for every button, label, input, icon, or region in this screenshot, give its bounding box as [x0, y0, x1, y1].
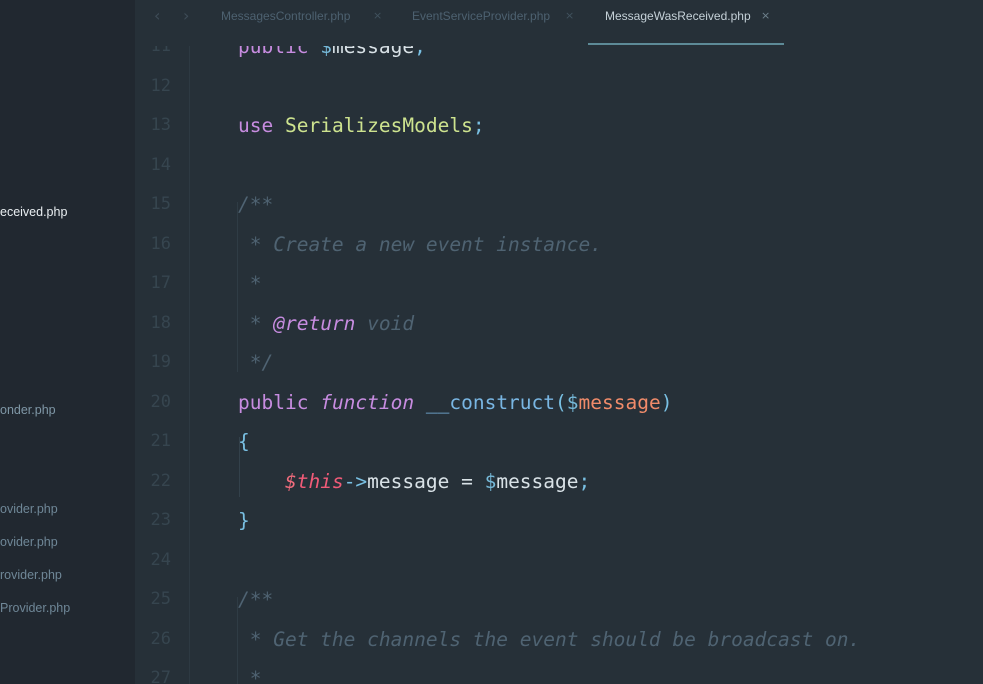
code-token: use — [238, 114, 274, 137]
code-text[interactable]: { — [238, 422, 250, 461]
code-line[interactable]: 16 * Create a new event instance. — [135, 225, 983, 264]
code-token: function — [320, 390, 415, 414]
code-text[interactable]: } — [238, 501, 250, 540]
code-token: ; — [578, 469, 591, 493]
code-line[interactable]: 21 { — [135, 422, 983, 461]
line-number: 27 — [150, 668, 171, 684]
code-line[interactable]: 24 — [135, 541, 983, 580]
tab-bar: ‹ › MessagesController.php × EventServic… — [135, 0, 983, 46]
code-token: ) — [660, 390, 673, 414]
code-token: void — [355, 311, 415, 335]
close-icon[interactable]: × — [565, 9, 574, 22]
tab-event-service-provider[interactable]: EventServiceProvider.php — [412, 9, 550, 23]
line-number: 16 — [150, 233, 171, 254]
code-text[interactable]: * — [238, 264, 262, 303]
code-token: ( — [555, 390, 567, 414]
code-text[interactable]: /** — [238, 185, 273, 224]
code-line[interactable]: 26 * Get the channels the event should b… — [135, 620, 983, 659]
line-number: 21 — [150, 431, 171, 451]
close-icon[interactable]: × — [373, 9, 382, 22]
line-number: 13 — [150, 115, 171, 135]
code-text[interactable]: public function __construct($message) — [238, 383, 672, 422]
tab-message-was-received[interactable]: MessageWasReceived.php — [605, 9, 751, 23]
code-line[interactable]: 12 — [135, 67, 983, 106]
code-token: * — [238, 311, 274, 335]
line-number: 18 — [150, 312, 171, 333]
back-arrow-icon[interactable]: ‹ — [154, 6, 160, 25]
line-number: 15 — [150, 194, 171, 214]
close-icon[interactable]: × — [761, 9, 770, 22]
sidebar-file-item[interactable]: ovider.php — [0, 535, 58, 549]
line-number: 19 — [150, 352, 171, 372]
code-text[interactable]: use SerializesModels; — [238, 106, 485, 145]
code-token: message — [496, 469, 579, 493]
code-token: $ — [566, 390, 579, 414]
code-token: * — [238, 667, 262, 684]
code-text[interactable]: * — [238, 659, 262, 684]
code-token: * — [238, 272, 262, 295]
code-editor[interactable]: 11 public $message; 12 13 use SerializesMode… — [135, 0, 983, 684]
code-token: this — [296, 469, 344, 493]
line-number: 25 — [150, 589, 171, 609]
code-text[interactable]: $this->message = $message; — [238, 462, 590, 501]
code-token: $ — [284, 469, 297, 493]
code-token: /** — [238, 193, 274, 216]
code-token: * Get the channels the event should be b… — [238, 627, 861, 651]
sidebar-file-item[interactable]: rovider.php — [0, 568, 62, 582]
code-text[interactable]: * Get the channels the event should be b… — [238, 620, 861, 659]
line-number: 12 — [150, 75, 171, 96]
code-line[interactable]: 20 public function __construct($message) — [135, 383, 983, 422]
code-line[interactable]: 19 */ — [135, 343, 983, 382]
tab-messages-controller[interactable]: MessagesController.php — [221, 9, 350, 23]
code-token: { — [238, 430, 250, 453]
code-text[interactable]: * Create a new event instance. — [238, 225, 602, 264]
code-line[interactable]: 23} — [135, 501, 983, 540]
code-token: ; — [472, 114, 485, 137]
code-token: public — [238, 390, 309, 414]
code-text[interactable]: */ — [238, 343, 274, 382]
sidebar-file-item[interactable]: ovider.php — [0, 502, 58, 516]
code-line[interactable]: 22 $this->message = $message; — [135, 462, 983, 501]
active-tab-indicator — [588, 43, 784, 45]
sidebar-file-item[interactable]: Provider.php — [0, 601, 70, 615]
code-line[interactable]: 14 — [135, 146, 983, 185]
code-token: -> — [343, 469, 368, 493]
sidebar-file-item[interactable]: eceived.php — [0, 205, 67, 219]
code-line[interactable]: 27 * — [135, 659, 983, 684]
code-line[interactable]: 25 /** — [135, 580, 983, 619]
code-line[interactable]: 18 * @return void — [135, 304, 983, 343]
code-line[interactable]: 15 /** — [135, 185, 983, 224]
line-number: 17 — [150, 273, 171, 293]
line-number: 14 — [150, 154, 171, 175]
forward-arrow-icon[interactable]: › — [183, 6, 189, 25]
code-token: SerializesModels — [284, 114, 473, 137]
code-token: /** — [238, 588, 274, 611]
line-number: 26 — [150, 628, 171, 649]
code-line[interactable]: 17 * — [135, 264, 983, 303]
code-token: message — [578, 390, 661, 414]
line-number: 20 — [150, 391, 171, 412]
line-number: 22 — [150, 470, 171, 491]
code-token: } — [238, 509, 250, 532]
code-token: @return — [273, 311, 356, 335]
code-line[interactable]: 13 use SerializesModels; — [135, 106, 983, 145]
code-token: $ — [484, 469, 497, 493]
line-number: 23 — [150, 510, 171, 530]
line-number: 24 — [150, 549, 171, 570]
code-token: * Create a new event instance. — [238, 232, 602, 256]
code-token: __construct — [425, 390, 556, 414]
code-text[interactable]: /** — [238, 580, 273, 619]
code-token: */ — [238, 351, 274, 374]
code-token: message = — [367, 469, 485, 493]
code-text[interactable]: * @return void — [238, 304, 414, 343]
sidebar-file-item[interactable]: onder.php — [0, 403, 56, 417]
file-sidebar: eceived.php onder.php ovider.php ovider.… — [0, 0, 135, 684]
